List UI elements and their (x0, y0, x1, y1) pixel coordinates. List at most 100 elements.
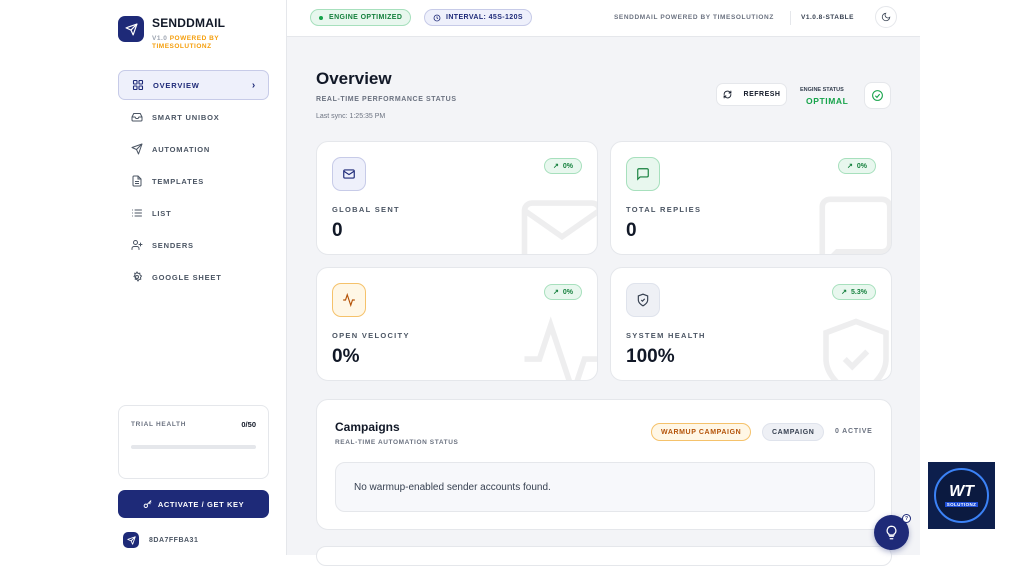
stat-value: 0% (332, 346, 360, 367)
change-value: 0% (856, 162, 867, 170)
moon-icon (881, 12, 891, 22)
mail-icon (332, 157, 366, 191)
page-title: Overview (316, 69, 392, 88)
activate-key-label: ACTIVATE / GET KEY (157, 499, 245, 509)
trial-health-card: TRIAL HEALTH 0/50 (118, 405, 269, 479)
user-account[interactable]: 8DA7FFBA31 (123, 532, 198, 548)
trending-up-icon: ↗ (841, 289, 848, 296)
stat-label: OPEN VELOCITY (332, 331, 410, 340)
gear-icon (130, 270, 144, 284)
engine-optimized-label: ENGINE OPTIMIZED (329, 14, 403, 21)
sidebar-nav: OVERVIEW › SMART UNIBOX AUTOMATION TEMPL… (118, 70, 269, 294)
sidebar: SENDDMAIL V1.0 POWERED BY TIMESOLUTIONZ … (0, 0, 287, 555)
logo-letters: WT (949, 483, 974, 500)
interval-label: INTERVAL: 45S-120S (446, 14, 523, 21)
check-circle-icon (871, 89, 884, 102)
user-plus-icon (130, 238, 144, 252)
sidebar-item-list[interactable]: LIST (118, 198, 269, 228)
activate-key-button[interactable]: ACTIVATE / GET KEY (118, 490, 269, 518)
sidebar-item-templates[interactable]: TEMPLATES (118, 166, 269, 196)
engine-status-label: ENGINE STATUS (800, 87, 844, 93)
change-value: 0% (562, 288, 573, 296)
sidebar-item-label: AUTOMATION (152, 144, 211, 154)
trending-up-icon: ↗ (553, 289, 559, 296)
engine-status-value: OPTIMAL (806, 96, 849, 106)
inbox-icon (130, 110, 144, 124)
stat-label: GLOBAL SENT (332, 205, 400, 214)
wt-solutionz-logo: WT SOLUTIONZ (928, 462, 995, 529)
trending-up-icon: ↗ (847, 163, 853, 170)
divider (790, 11, 791, 25)
refresh-button[interactable]: REFRESH (716, 83, 787, 106)
page-subtitle: REAL-TIME PERFORMANCE STATUS (316, 96, 457, 103)
send-logo-icon (118, 16, 144, 42)
lightbulb-icon (884, 525, 899, 540)
brand[interactable]: SENDDMAIL V1.0 POWERED BY TIMESOLUTIONZ (118, 16, 242, 51)
change-badge: ↗ 0% (838, 158, 876, 174)
user-id: 8DA7FFBA31 (149, 536, 199, 544)
trial-health-value: 0/50 (241, 420, 256, 429)
app-window: SENDDMAIL V1.0 POWERED BY TIMESOLUTIONZ … (0, 0, 920, 566)
logo-circle: WT SOLUTIONZ (934, 468, 989, 523)
sidebar-item-label: OVERVIEW (153, 80, 200, 90)
sidebar-item-google-sheet[interactable]: GOOGLE SHEET (118, 262, 269, 292)
send-icon (130, 142, 144, 156)
sidebar-item-overview[interactable]: OVERVIEW › (118, 70, 269, 100)
help-badge: ? (902, 514, 911, 523)
brand-version-number: V1.0 (152, 35, 168, 42)
brand-version: V1.0 POWERED BY TIMESOLUTIONZ (152, 35, 242, 51)
shield-check-icon (626, 283, 660, 317)
topbar: ENGINE OPTIMIZED INTERVAL: 45S-120S SEND… (287, 0, 920, 37)
tab-campaign[interactable]: CAMPAIGN (762, 423, 825, 441)
change-badge: ↗ 0% (544, 284, 582, 300)
next-panel (316, 546, 892, 566)
version-text: V1.0.8-STABLE (801, 14, 854, 21)
last-sync-text: Last sync: 1:25:35 PM (316, 113, 386, 120)
shield-watermark-icon (801, 314, 891, 380)
key-icon (143, 499, 152, 509)
empty-state-message: No warmup-enabled sender accounts found. (335, 462, 875, 512)
list-icon (130, 206, 144, 220)
refresh-icon (723, 90, 738, 99)
sidebar-item-label: SENDERS (152, 240, 194, 250)
trial-health-progress-bar (131, 445, 256, 449)
stat-value: 100% (626, 346, 675, 367)
sidebar-item-senders[interactable]: SENDERS (118, 230, 269, 260)
sidebar-item-smart-unibox[interactable]: SMART UNIBOX (118, 102, 269, 132)
stat-card-open-velocity: ↗ 0% OPEN VELOCITY 0% (316, 267, 598, 381)
stat-label: TOTAL REPLIES (626, 205, 702, 214)
tab-warmup-campaign[interactable]: WARMUP CAMPAIGN (651, 423, 752, 441)
logo-subtitle: SOLUTIONZ (944, 502, 979, 507)
activity-watermark-icon (507, 314, 597, 380)
message-icon (626, 157, 660, 191)
engine-status-button[interactable] (864, 82, 891, 109)
theme-toggle-button[interactable] (875, 6, 897, 28)
powered-by-text: SENDDMAIL POWERED BY TIMESOLUTIONZ (614, 14, 774, 21)
brand-name: SENDDMAIL (152, 16, 226, 30)
activity-icon (332, 283, 366, 317)
stat-card-global-sent: ↗ 0% GLOBAL SENT 0 (316, 141, 598, 255)
mail-watermark-icon (507, 188, 597, 254)
campaigns-title: Campaigns (335, 420, 400, 434)
sidebar-item-label: LIST (152, 208, 172, 218)
trending-up-icon: ↗ (553, 163, 559, 170)
avatar (123, 532, 139, 548)
message-watermark-icon (801, 188, 891, 254)
stat-label: SYSTEM HEALTH (626, 331, 706, 340)
status-dot-icon (319, 15, 323, 20)
trial-health-label: TRIAL HEALTH (131, 421, 187, 428)
sidebar-item-label: GOOGLE SHEET (152, 272, 222, 282)
interval-badge: INTERVAL: 45S-120S (424, 9, 532, 26)
change-badge: ↗ 5.3% (832, 284, 876, 300)
sidebar-item-automation[interactable]: AUTOMATION (118, 134, 269, 164)
refresh-label: REFRESH (743, 91, 781, 98)
change-badge: ↗ 0% (544, 158, 582, 174)
stat-value: 0 (626, 220, 637, 241)
chevron-right-icon: › (251, 79, 256, 91)
stat-card-total-replies: ↗ 0% TOTAL REPLIES 0 (610, 141, 892, 255)
change-value: 5.3% (851, 288, 867, 296)
sidebar-item-label: TEMPLATES (152, 176, 205, 186)
stat-card-system-health: ↗ 5.3% SYSTEM HEALTH 100% (610, 267, 892, 381)
campaigns-panel: Campaigns REAL-TIME AUTOMATION STATUS WA… (316, 399, 892, 530)
file-icon (130, 174, 144, 188)
